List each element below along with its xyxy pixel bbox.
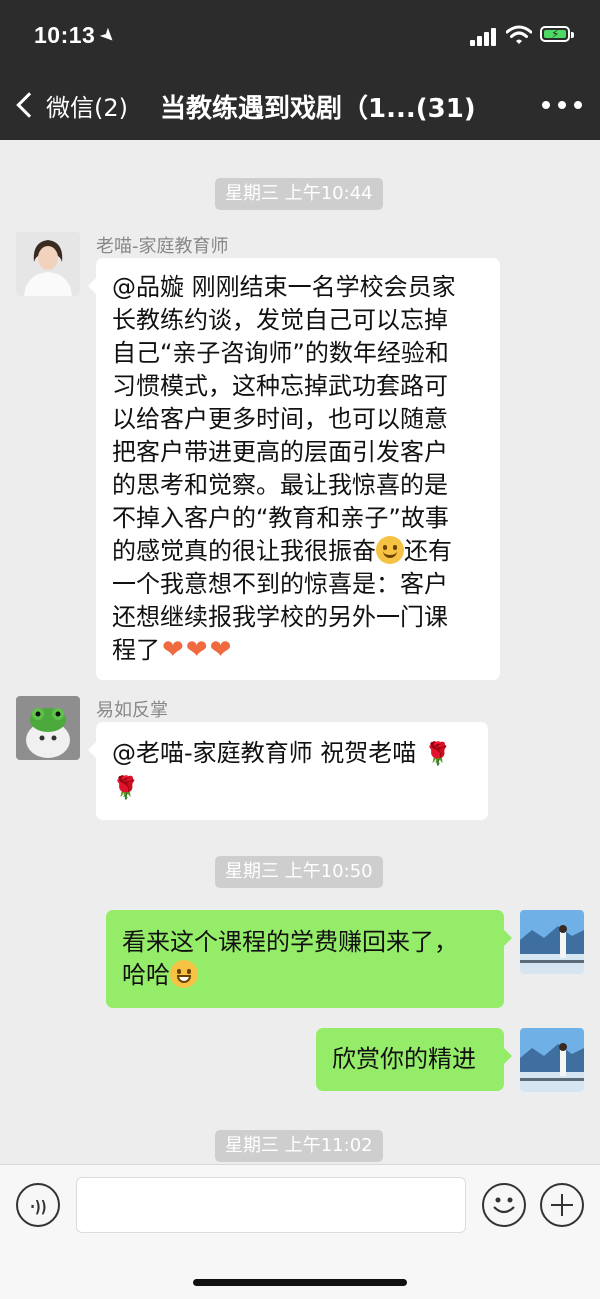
my-avatar[interactable] — [520, 1028, 584, 1092]
chat-title: 当教练遇到戏剧（1...(31) — [160, 94, 476, 122]
timestamp: 星期三 上午10:44 — [215, 178, 383, 210]
smile-emoji-icon — [376, 536, 404, 564]
avatar-photo-icon — [16, 232, 80, 296]
message-line: 自己“亲子咨询师”的数年经验和 — [112, 339, 449, 367]
message-input[interactable] — [76, 1177, 466, 1233]
message-text: 哈哈 — [122, 961, 170, 989]
more-functions-button[interactable] — [540, 1183, 584, 1227]
timestamp: 星期三 上午10:50 — [215, 856, 383, 888]
battery-charging-icon: ⚡ — [540, 26, 574, 42]
home-indicator — [193, 1279, 407, 1286]
avatar-photo-icon — [520, 910, 584, 974]
wifi-icon — [506, 25, 532, 44]
cellular-signal-icon — [470, 28, 498, 46]
timestamp: 星期三 上午11:02 — [215, 1130, 383, 1162]
message-line: 一个我意想不到的惊喜是：客户 — [112, 570, 448, 598]
voice-icon: ·)) — [30, 1197, 47, 1216]
message-text: 欣赏你的精进 — [332, 1045, 476, 1073]
message-bubble[interactable]: 欣赏你的精进 — [316, 1028, 512, 1091]
message-line: 习惯模式，这种忘掉武功套路可 — [112, 372, 448, 400]
more-dots-icon[interactable] — [542, 101, 582, 111]
message-bubble[interactable]: 看来这个课程的学费赚回来了， 哈哈 — [106, 910, 512, 1008]
chat-area[interactable]: 星期三 上午10:44 老喵-家庭教育师 @品嫙 刚刚结束一名学校会员家 长教练… — [0, 140, 600, 1164]
message-text: 程了 — [112, 636, 160, 664]
message-line: 还想继续报我学校的另外一门课 — [112, 603, 448, 631]
heart-emoji-icon: ❤ — [209, 635, 232, 665]
message-line: 以给客户更多时间，也可以随意 — [112, 405, 448, 433]
emoji-face-icon — [493, 1197, 515, 1214]
message-line: 的感觉真的很让我很振奋 还有 — [112, 535, 484, 568]
location-arrow-icon: ➤ — [97, 25, 119, 48]
sender-name: 老喵-家庭教育师 — [96, 236, 229, 257]
back-label: 微信(2) — [46, 93, 128, 122]
message-line: 长教练约谈，发觉自己可以忘掉 — [112, 306, 448, 334]
header: 10:13 ➤ ⚡ 微信(2) 当教练遇到戏剧（1...(31) — [0, 0, 600, 140]
message-line: 看来这个课程的学费赚回来了， — [122, 928, 458, 956]
avatar[interactable] — [16, 232, 80, 296]
heart-emoji-icon: ❤ — [185, 635, 208, 665]
nav-bar: 微信(2) 当教练遇到戏剧（1...(31) — [0, 70, 600, 140]
time-text: 10:13 — [34, 22, 96, 48]
message-line: @品嫙 刚刚结束一名学校会员家 — [112, 273, 456, 301]
message-text: 的感觉真的很让我很振奋 — [112, 537, 376, 565]
rose-emoji-icon: 🌹 — [423, 742, 452, 767]
message-bubble[interactable]: @老喵-家庭教育师 祝贺老喵 🌹 🌹 — [88, 722, 488, 820]
sender-name: 易如反掌 — [96, 700, 168, 721]
message-line: 把客户带进更高的层面引发客户 — [112, 438, 448, 466]
chevron-left-icon — [16, 92, 42, 118]
message-line: 哈哈 — [122, 959, 488, 992]
status-time: 10:13 ➤ — [34, 22, 119, 49]
message-line: 的思考和觉察。最让我惊喜的是 — [112, 471, 448, 499]
voice-input-button[interactable]: ·)) — [16, 1183, 60, 1227]
message-bubble[interactable]: @品嫙 刚刚结束一名学校会员家 长教练约谈，发觉自己可以忘掉 自己“亲子咨询师”… — [88, 258, 500, 680]
my-avatar[interactable] — [520, 910, 584, 974]
message-line: 不掉入客户的“教育和亲子”故事 — [112, 504, 449, 532]
back-button[interactable]: 微信(2) — [14, 88, 128, 122]
heart-emoji-icon: ❤ — [162, 635, 184, 665]
message-line: 程了❤❤❤ — [112, 634, 484, 667]
avatar-photo-icon — [16, 696, 80, 760]
rose-emoji-icon: 🌹 — [112, 776, 140, 801]
status-bar: 10:13 ➤ ⚡ — [0, 0, 600, 70]
avatar-photo-icon — [520, 1028, 584, 1092]
grin-emoji-icon — [170, 960, 198, 988]
emoji-button[interactable] — [482, 1183, 526, 1227]
avatar[interactable] — [16, 696, 80, 760]
message-text: @老喵-家庭教育师 祝贺老喵 — [112, 739, 417, 767]
message-text: 还有 — [404, 537, 452, 565]
